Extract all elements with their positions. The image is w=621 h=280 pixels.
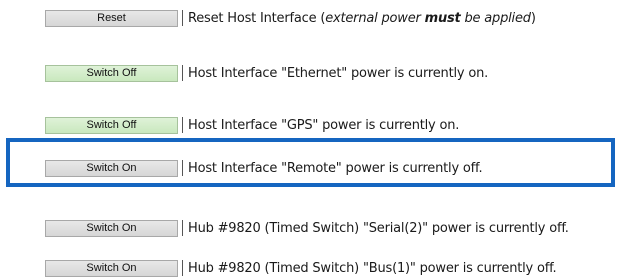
separator [182, 260, 183, 276]
separator [182, 117, 183, 133]
separator [182, 160, 183, 176]
remote-switch-on-button[interactable]: Switch On [45, 159, 178, 177]
gps-switch-off-button[interactable]: Switch Off [45, 116, 178, 134]
gps-row: Switch Off Host Interface "GPS" power is… [0, 113, 621, 137]
ethernet-status: Host Interface "Ethernet" power is curre… [188, 65, 489, 81]
ethernet-switch-off-button[interactable]: Switch Off [45, 64, 178, 82]
bus-switch-on-button[interactable]: Switch On [45, 259, 178, 277]
separator [182, 10, 183, 26]
reset-description: Reset Host Interface (external power mus… [188, 10, 536, 26]
remote-status: Host Interface "Remote" power is current… [188, 160, 483, 176]
separator [182, 65, 183, 81]
bus-status: Hub #9820 (Timed Switch) "Bus(1)" power … [188, 260, 557, 276]
reset-button[interactable]: Reset [45, 9, 178, 27]
serial-switch-on-button[interactable]: Switch On [45, 219, 178, 237]
remote-row: Switch On Host Interface "Remote" power … [0, 156, 621, 180]
gps-status: Host Interface "GPS" power is currently … [188, 117, 460, 133]
serial-status: Hub #9820 (Timed Switch) "Serial(2)" pow… [188, 220, 569, 236]
reset-row: Reset Reset Host Interface (external pow… [0, 6, 621, 30]
bus-row: Switch On Hub #9820 (Timed Switch) "Bus(… [0, 256, 621, 280]
separator [182, 220, 183, 236]
serial-row: Switch On Hub #9820 (Timed Switch) "Seri… [0, 216, 621, 240]
ethernet-row: Switch Off Host Interface "Ethernet" pow… [0, 61, 621, 85]
